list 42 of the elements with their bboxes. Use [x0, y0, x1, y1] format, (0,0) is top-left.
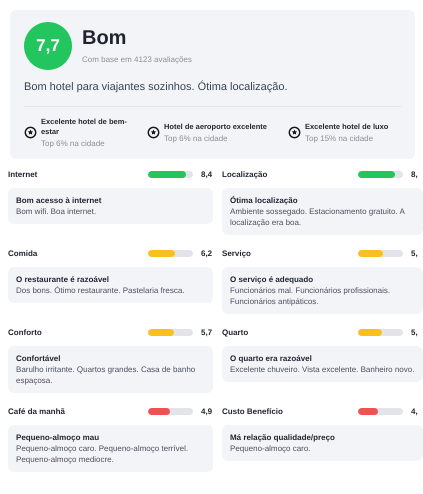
category-label: Internet — [8, 168, 38, 180]
score-badge: 7,7 — [24, 22, 72, 70]
category-label: Comida — [8, 248, 38, 260]
review-text: Pequeno-almoço caro. Pequeno-almoço terrível. Pequeno-almoço mediocre. — [16, 442, 190, 464]
review-title: Pequeno-almoço mau — [16, 432, 100, 442]
review-text: Funcionários mal. Funcionários profissionais. Funcionários antipáticos. — [230, 284, 392, 306]
award-icon — [288, 126, 301, 139]
review-text: Pequeno-almoço caro. — [230, 442, 312, 454]
category-score: 5,7 — [201, 326, 213, 338]
category-score: 5, — [411, 326, 419, 338]
category-label: Localização — [222, 168, 268, 180]
review-text: Dos bons. Ótimo restaurante. Pastelaria fresca. — [16, 284, 186, 296]
review-text: Excelente chuveiro. Vista excelente. Banheiro novo. — [230, 364, 415, 374]
review-title: Confortável — [16, 352, 62, 364]
category-score: 4,9 — [201, 406, 213, 418]
review-text: Ambiente sossegado. Estacionamento gratuito. A localização era boa. — [230, 206, 406, 228]
category-label: Custo Benefício — [222, 406, 284, 418]
review-text: Bom wifi. Boa internet. — [16, 206, 98, 216]
summary-text: Bom hotel para viajantes sozinhos. Ótima localização. — [24, 80, 289, 95]
review-text: Barulho irritante. Quartos grandes. Casa de banho espaçosa. — [16, 364, 196, 386]
category-score: 5, — [411, 248, 419, 260]
review-title: Bom acesso à internet — [16, 194, 102, 206]
review-title: O serviço é adequado — [230, 274, 314, 284]
category-label: Serviço — [222, 248, 252, 260]
review-count: Com base em 4123 avaliações — [82, 54, 192, 66]
rating-title: Bom — [82, 26, 128, 50]
award-icon — [24, 126, 37, 139]
category-label: Café da manhã — [8, 406, 66, 418]
award-subtitle: Top 6% na cidade — [164, 132, 229, 144]
category-score: 8, — [411, 168, 419, 180]
category-score: 6,2 — [201, 248, 213, 260]
award-subtitle: Top 6% na cidade — [41, 138, 106, 148]
review-title: Má relação qualidade/preço — [230, 432, 336, 442]
category-label: Quarto — [222, 326, 250, 338]
category-score: 8,4 — [201, 168, 213, 180]
award-subtitle: Top 15% na cidade — [305, 132, 374, 144]
review-title: Ótima localização — [230, 194, 299, 206]
review-title: O quarto era razoável — [230, 352, 313, 364]
review-title: O restaurante é razoável — [16, 274, 110, 284]
award-icon — [147, 126, 160, 139]
category-score: 4, — [411, 406, 419, 418]
category-label: Conforto — [8, 326, 43, 338]
